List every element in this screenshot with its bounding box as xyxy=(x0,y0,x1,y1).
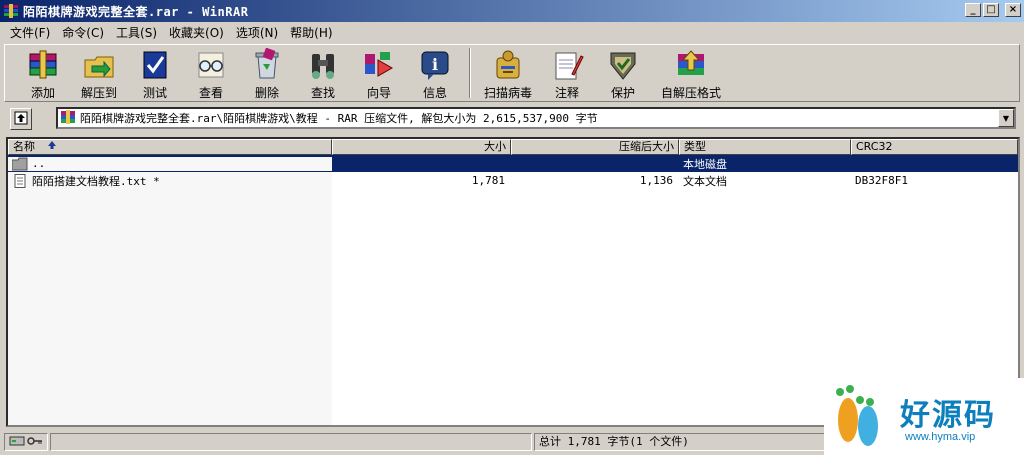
column-header-size[interactable]: 大小 xyxy=(332,139,511,155)
sfx-label: 自解压格式 xyxy=(660,86,721,100)
protect-label: 保护 xyxy=(610,86,635,100)
extract-to-label: 解压到 xyxy=(80,86,117,100)
chevron-down-icon: ▼ xyxy=(1002,113,1010,123)
info-button[interactable]: i 信息 xyxy=(407,45,463,101)
virus-scan-label: 扫描病毒 xyxy=(483,86,532,100)
toolbar-separator xyxy=(469,48,471,98)
address-path: 陌陌棋牌游戏完整全套.rar\陌陌棋牌游戏\教程 - RAR 压缩文件, 解包大… xyxy=(80,112,598,125)
add-books-icon xyxy=(25,47,61,82)
row-type: 文本文档 xyxy=(683,174,727,188)
menu-commands[interactable]: 命令(C) xyxy=(56,24,110,41)
watermark-url: www.hyma.vip xyxy=(905,431,976,443)
delete-button[interactable]: 删除 xyxy=(239,45,295,101)
svg-text:i: i xyxy=(432,55,438,74)
wizard-label: 向导 xyxy=(366,86,391,100)
extract-to-button[interactable]: 解压到 xyxy=(71,45,127,101)
up-folder-button[interactable] xyxy=(10,108,32,130)
comment-notepad-icon xyxy=(549,47,585,82)
add-label: 添加 xyxy=(30,86,55,100)
name-column-background xyxy=(8,155,332,425)
table-row[interactable]: .. 本地磁盘 xyxy=(8,155,1018,172)
title-bar: 陌陌棋牌游戏完整全套.rar - WinRAR _ □ × xyxy=(0,0,1024,22)
folder-icon xyxy=(12,157,28,171)
protect-shield-icon xyxy=(605,47,641,82)
text-file-icon xyxy=(12,173,28,188)
virus-scan-icon xyxy=(490,47,526,82)
table-row[interactable]: 陌陌搭建文档教程.txt * 1,781 1,136 文本文档 DB32F8F1 xyxy=(8,172,1018,189)
close-icon: × xyxy=(1008,4,1018,15)
comment-label: 注释 xyxy=(554,86,579,100)
test-button[interactable]: 测试 xyxy=(127,45,183,101)
close-button[interactable]: × xyxy=(1005,3,1021,17)
wizard-button[interactable]: 向导 xyxy=(351,45,407,101)
column-header-row: 名称 大小 压缩后大小 类型 CRC32 xyxy=(8,139,1018,155)
comment-button[interactable]: 注释 xyxy=(539,45,595,101)
delete-label: 删除 xyxy=(254,86,279,100)
row-name: 陌陌搭建文档教程.txt * xyxy=(32,174,160,188)
toolbar: 添加 解压到 测试 查看 删除 查找 向导 i 信息 扫描病毒 注释 保护 自解… xyxy=(4,44,1020,102)
column-header-crc[interactable]: CRC32 xyxy=(851,139,1018,155)
winrar-app-icon[interactable] xyxy=(3,3,19,19)
minimize-button[interactable]: _ xyxy=(965,3,981,17)
menu-bar: 文件(F) 命令(C) 工具(S) 收藏夹(O) 选项(N) 帮助(H) xyxy=(0,22,1024,42)
status-selection xyxy=(50,433,532,451)
address-row: 陌陌棋牌游戏完整全套.rar\陌陌棋牌游戏\教程 - RAR 压缩文件, 解包大… xyxy=(4,105,1020,133)
key-icon[interactable] xyxy=(27,435,43,450)
menu-tools[interactable]: 工具(S) xyxy=(110,24,163,41)
address-bar[interactable]: 陌陌棋牌游戏完整全套.rar\陌陌棋牌游戏\教程 - RAR 压缩文件, 解包大… xyxy=(56,107,1016,129)
row-name-cell: .. xyxy=(8,156,332,171)
view-glasses-icon xyxy=(193,47,229,82)
add-button[interactable]: 添加 xyxy=(15,45,71,101)
wizard-icon xyxy=(361,47,397,82)
info-icon: i xyxy=(417,47,453,82)
protect-button[interactable]: 保护 xyxy=(595,45,651,101)
test-label: 测试 xyxy=(142,86,167,100)
menu-file[interactable]: 文件(F) xyxy=(4,24,56,41)
window-title: 陌陌棋牌游戏完整全套.rar - WinRAR xyxy=(23,4,249,19)
menu-options[interactable]: 选项(N) xyxy=(230,24,284,41)
delete-recycle-icon xyxy=(249,47,285,82)
status-drive-icons xyxy=(4,433,48,451)
address-dropdown-button[interactable]: ▼ xyxy=(998,109,1014,127)
extract-folder-icon xyxy=(81,47,117,82)
find-button[interactable]: 查找 xyxy=(295,45,351,101)
find-label: 查找 xyxy=(310,86,335,100)
row-size: 1,781 xyxy=(471,174,505,187)
column-header-name[interactable]: 名称 xyxy=(8,139,332,155)
row-type: 本地磁盘 xyxy=(683,157,727,171)
watermark-title: 好源码 xyxy=(900,398,996,433)
column-header-name-label: 名称 xyxy=(13,140,35,153)
view-label: 查看 xyxy=(198,86,223,100)
info-label: 信息 xyxy=(422,86,447,100)
watermark-footprint-logo xyxy=(836,385,878,446)
find-binoculars-icon xyxy=(305,47,341,82)
row-crc: DB32F8F1 xyxy=(855,174,908,187)
menu-help[interactable]: 帮助(H) xyxy=(284,24,338,41)
disk-icon[interactable] xyxy=(9,435,25,450)
menu-favorites[interactable]: 收藏夹(O) xyxy=(163,24,230,41)
row-name-cell: 陌陌搭建文档教程.txt * xyxy=(8,172,332,189)
row-name: .. xyxy=(32,157,46,170)
archive-icon xyxy=(60,109,76,128)
column-header-type[interactable]: 类型 xyxy=(679,139,851,155)
sort-ascending-icon xyxy=(47,140,57,154)
test-check-icon xyxy=(137,47,173,82)
minimize-icon: _ xyxy=(970,4,976,15)
row-packed: 1,136 xyxy=(639,174,673,187)
virus-scan-button[interactable]: 扫描病毒 xyxy=(477,45,539,101)
up-arrow-icon xyxy=(14,111,28,128)
maximize-icon: □ xyxy=(986,4,996,15)
sfx-icon xyxy=(673,47,709,82)
view-button[interactable]: 查看 xyxy=(183,45,239,101)
maximize-button[interactable]: □ xyxy=(983,3,999,17)
sfx-button[interactable]: 自解压格式 xyxy=(651,45,731,101)
column-header-packed[interactable]: 压缩后大小 xyxy=(511,139,679,155)
